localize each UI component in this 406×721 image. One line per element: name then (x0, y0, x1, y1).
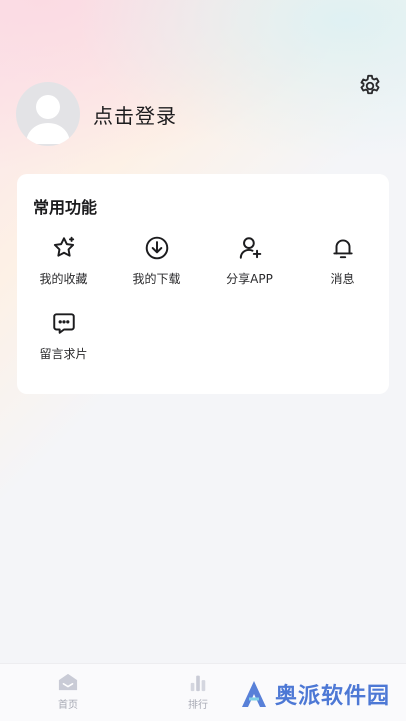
request-movie-label: 留言求片 (39, 347, 88, 361)
user-avatar-icon (26, 95, 70, 144)
share-app-label: 分享APP (226, 272, 273, 286)
function-grid: 我的收藏 我的下载 分享APP 消息 留言求片 (17, 234, 389, 362)
avatar[interactable] (16, 82, 80, 146)
downloads-button[interactable]: 我的下载 (110, 234, 203, 287)
message-icon (52, 313, 75, 334)
profile-header[interactable]: 点击登录 (16, 82, 177, 146)
common-functions-card: 常用功能 我的收藏 我的下载 分享APP 消息 留言求片 (17, 174, 389, 394)
watermark: 奥派软件园 (239, 678, 390, 710)
share-app-button[interactable]: 分享APP (203, 234, 296, 287)
favorites-button[interactable]: 我的收藏 (17, 234, 110, 287)
tab-home-label: 首页 (58, 700, 78, 711)
messages-button[interactable]: 消息 (296, 234, 389, 287)
home-icon (58, 673, 78, 691)
settings-button[interactable] (356, 72, 384, 100)
section-title: 常用功能 (33, 198, 98, 217)
bell-icon (332, 239, 353, 259)
request-movie-button[interactable]: 留言求片 (17, 309, 110, 362)
tab-ranking[interactable]: 排行 (168, 672, 228, 711)
messages-label: 消息 (330, 272, 355, 286)
favorites-label: 我的收藏 (39, 272, 88, 286)
downloads-label: 我的下载 (132, 272, 181, 286)
ranking-icon (190, 675, 206, 692)
tab-home[interactable]: 首页 (38, 672, 98, 711)
gear-icon (360, 74, 380, 95)
add-user-icon (239, 237, 261, 259)
tab-ranking-label: 排行 (188, 700, 208, 711)
login-link[interactable]: 点击登录 (93, 100, 177, 129)
watermark-text: 奥派软件园 (274, 684, 390, 709)
download-icon (145, 236, 168, 260)
star-icon (53, 236, 74, 257)
brand-logo-icon (241, 681, 266, 707)
